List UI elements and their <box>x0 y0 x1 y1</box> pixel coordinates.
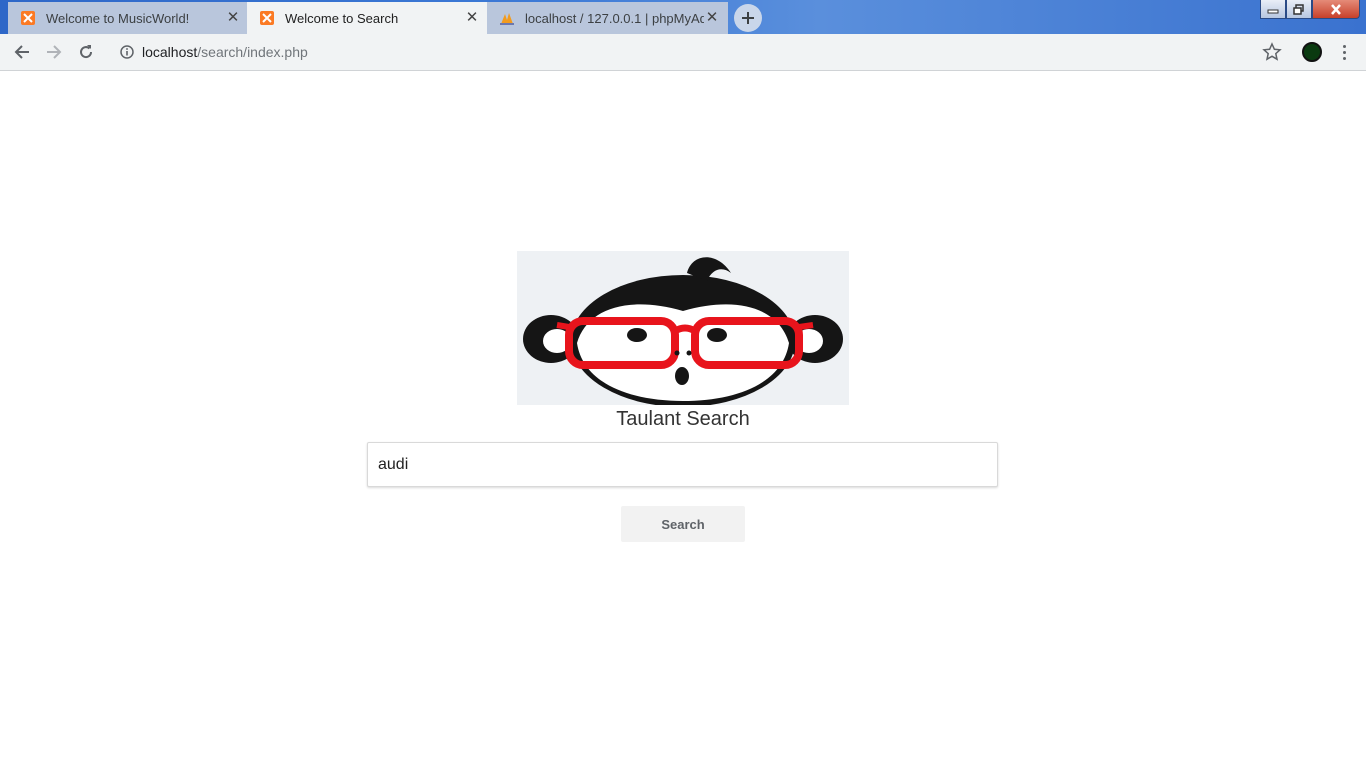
search-input[interactable] <box>367 442 998 487</box>
arrow-right-icon <box>47 45 62 59</box>
tab-phpmyadmin[interactable]: localhost / 127.0.0.1 | phpMyAdmin ✕ <box>487 2 728 34</box>
window-close-button[interactable] <box>1312 0 1360 19</box>
xampp-icon <box>259 10 275 26</box>
tab-title: Welcome to MusicWorld! <box>46 10 190 26</box>
reload-button[interactable] <box>74 40 98 64</box>
tab-close-icon[interactable]: ✕ <box>225 10 241 26</box>
bookmark-star-icon[interactable] <box>1262 42 1282 62</box>
url-text: localhost/search/index.php <box>142 44 308 60</box>
browser-toolbar: localhost/search/index.php <box>0 34 1366 71</box>
new-tab-button[interactable] <box>734 4 762 32</box>
browser-titlebar: Welcome to MusicWorld! ✕ Welcome to Sear… <box>0 0 1366 34</box>
brand-title: Taulant Search <box>616 408 750 430</box>
close-icon <box>1331 3 1341 15</box>
plus-icon <box>742 12 754 24</box>
search-button[interactable]: Search <box>621 506 745 542</box>
info-icon[interactable] <box>120 45 134 59</box>
xampp-icon <box>20 10 36 26</box>
minimize-button[interactable] <box>1260 0 1286 19</box>
tab-musicworld[interactable]: Welcome to MusicWorld! ✕ <box>8 2 249 34</box>
reload-icon <box>80 45 93 59</box>
browser-menu-icon[interactable] <box>1336 42 1352 62</box>
address-bar[interactable]: localhost/search/index.php <box>108 38 1288 66</box>
restore-icon <box>1293 3 1304 15</box>
tab-close-icon[interactable]: ✕ <box>704 10 720 26</box>
phpmyadmin-icon <box>499 10 515 26</box>
tab-title: Welcome to Search <box>285 10 399 26</box>
arrow-left-icon <box>14 45 29 59</box>
tab-close-icon[interactable]: ✕ <box>464 10 480 26</box>
forward-button[interactable] <box>42 40 66 64</box>
tab-search[interactable]: Welcome to Search ✕ <box>247 2 488 34</box>
minimize-icon <box>1267 9 1279 14</box>
tab-title: localhost / 127.0.0.1 | phpMyAdmin <box>525 10 704 26</box>
restore-button[interactable] <box>1286 0 1312 19</box>
window-controls <box>1260 0 1360 19</box>
profile-avatar[interactable] <box>1302 42 1322 62</box>
url-path: /search/index.php <box>197 44 308 60</box>
url-host: localhost <box>142 44 198 60</box>
back-button[interactable] <box>10 40 34 64</box>
monkey-logo-image <box>517 251 849 407</box>
